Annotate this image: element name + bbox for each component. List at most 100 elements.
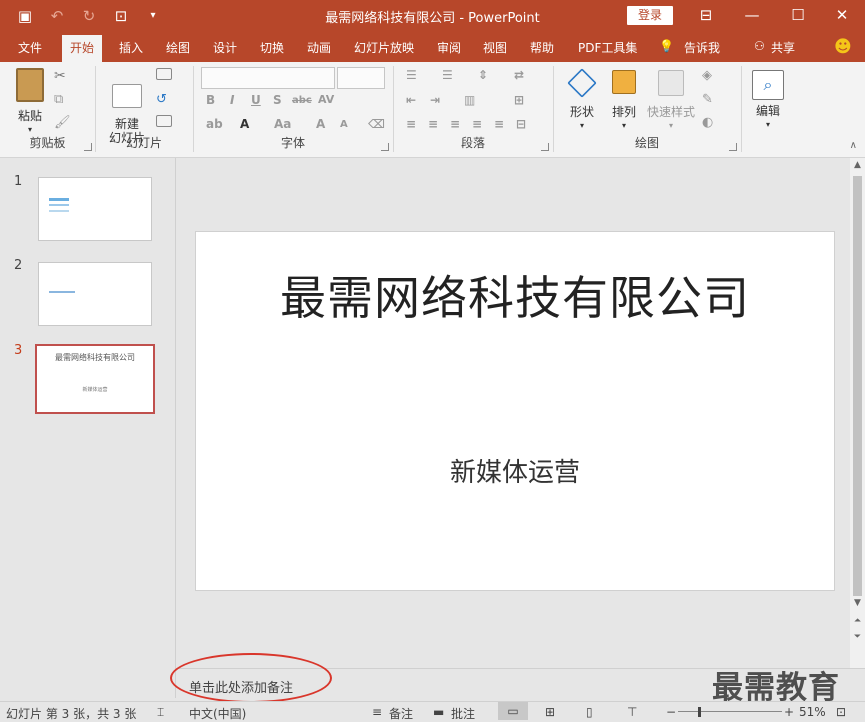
customize-qat-icon[interactable]: ▾ (142, 6, 164, 26)
redo-icon[interactable]: ↻ (78, 6, 100, 26)
tab-slideshow[interactable]: 幻灯片放映 (354, 39, 414, 56)
font-group-label: 字体 (280, 136, 305, 150)
columns-icon[interactable]: ▥ (464, 93, 475, 107)
tell-me-button[interactable]: 告诉我 (684, 39, 720, 56)
drawing-launcher-icon[interactable] (729, 143, 737, 151)
close-icon[interactable]: ✕ (819, 0, 865, 30)
editing-group: ⌕ 编辑 ▾ (742, 62, 792, 156)
numbering-icon[interactable]: ☰ (442, 68, 453, 82)
reading-view-icon[interactable]: ▯ (586, 705, 593, 719)
clipboard-launcher-icon[interactable] (84, 143, 92, 151)
bullets-icon[interactable]: ☰ (406, 68, 417, 82)
line-spacing-icon[interactable]: ⇕ (478, 68, 488, 82)
zoom-level[interactable]: 51% (799, 705, 826, 719)
tab-animations[interactable]: 动画 (307, 39, 331, 56)
ribbon-display-options-icon[interactable]: ⊟ (683, 0, 729, 30)
shape-effects-icon[interactable]: ◐ (702, 115, 720, 131)
start-from-beginning-icon[interactable]: ⊡ (110, 6, 132, 26)
clear-formatting-icon[interactable]: ⌫ (368, 117, 385, 131)
slide-thumbnail-1[interactable] (38, 177, 152, 241)
minimize-icon[interactable]: — (729, 0, 775, 30)
notes-button[interactable]: 备注 (389, 705, 413, 722)
collapse-ribbon-icon[interactable]: ∧ (850, 140, 857, 151)
current-slide[interactable]: 最需网络科技有限公司 新媒体运营 (195, 231, 835, 591)
spelling-icon[interactable]: ⌶ (157, 705, 164, 720)
section-icon[interactable] (156, 115, 172, 127)
justify-icon[interactable]: ≡ (472, 117, 482, 131)
tab-review[interactable]: 审阅 (437, 39, 461, 56)
tab-transitions[interactable]: 切换 (260, 39, 284, 56)
decrease-font-icon[interactable]: A (340, 119, 348, 130)
maximize-icon[interactable]: ☐ (775, 0, 821, 30)
zoom-out-icon[interactable]: − (666, 705, 676, 719)
zoom-slider[interactable] (678, 711, 782, 712)
change-case-icon[interactable]: Aa (274, 117, 291, 131)
increase-font-icon[interactable]: A (316, 117, 325, 131)
shadow-icon[interactable]: S (273, 93, 282, 107)
font-name-combo[interactable] (201, 67, 335, 89)
format-painter-icon[interactable]: 🖌 (54, 115, 72, 131)
undo-icon[interactable]: ↶ (46, 6, 68, 26)
paste-button[interactable]: 粘贴 ▾ (10, 66, 50, 137)
character-spacing-icon[interactable]: AV (318, 93, 334, 106)
tab-pdf-tools[interactable]: PDF工具集 (578, 39, 637, 56)
slide-title[interactable]: 最需网络科技有限公司 (196, 262, 834, 328)
smiley-feedback-icon[interactable]: ☻ (834, 37, 852, 57)
cut-icon[interactable]: ✂ (54, 68, 72, 84)
text-highlight-icon[interactable]: ab (206, 117, 223, 131)
decrease-indent-icon[interactable]: ⇤ (406, 93, 416, 107)
center-icon[interactable]: ≡ (428, 117, 438, 131)
layout-icon[interactable] (156, 68, 172, 80)
align-right-icon[interactable]: ≡ (450, 117, 460, 131)
slide-thumbnail-2[interactable] (38, 262, 152, 326)
reset-icon[interactable]: ↺ (156, 92, 174, 108)
scroll-up-icon[interactable]: ▲ (850, 160, 865, 170)
quick-styles-button[interactable]: 快速样式 ▾ (646, 66, 696, 133)
tab-view[interactable]: 视图 (483, 39, 507, 56)
zoom-slider-thumb[interactable] (698, 707, 701, 717)
comments-button[interactable]: 批注 (451, 705, 475, 722)
align-left-icon[interactable]: ≡ (406, 117, 416, 131)
fit-to-window-icon[interactable]: ⊡ (836, 705, 846, 719)
zoom-in-icon[interactable]: + (784, 705, 794, 719)
shape-outline-icon[interactable]: ✎ (702, 92, 720, 108)
underline-icon[interactable]: U (251, 93, 261, 107)
language-status[interactable]: 中文(中国) (189, 705, 246, 722)
shape-fill-icon[interactable]: ◈ (702, 68, 720, 84)
login-button[interactable]: 登录 (627, 6, 673, 25)
tab-design[interactable]: 设计 (213, 39, 237, 56)
normal-view-icon[interactable]: ▭ (498, 702, 528, 720)
vertical-scrollbar[interactable]: ▲ ▼ ⏶ ⏷ (850, 158, 865, 668)
font-launcher-icon[interactable] (381, 143, 389, 151)
text-direction-icon[interactable]: ⇄ (514, 68, 524, 82)
slide-subtitle[interactable]: 新媒体运营 (196, 452, 834, 489)
strikethrough-icon[interactable]: abc (292, 95, 312, 106)
paragraph-launcher-icon[interactable] (541, 143, 549, 151)
slide-thumbnail-3[interactable]: 最需网络科技有限公司 新媒体运营 (35, 344, 155, 414)
distributed-icon[interactable]: ≡ (494, 117, 504, 131)
font-color-icon[interactable]: A (240, 117, 249, 131)
tab-insert[interactable]: 插入 (119, 39, 143, 56)
italic-icon[interactable]: I (230, 93, 234, 107)
arrange-button[interactable]: 排列 ▾ (604, 66, 644, 133)
slide-sorter-icon[interactable]: ⊞ (545, 705, 555, 719)
next-slide-icon[interactable]: ⏷ (850, 632, 865, 642)
bold-icon[interactable]: B (206, 93, 215, 107)
tab-draw[interactable]: 绘图 (166, 39, 190, 56)
tab-file[interactable]: 文件 (18, 39, 42, 56)
previous-slide-icon[interactable]: ⏶ (850, 616, 865, 626)
scrollbar-thumb[interactable] (853, 176, 862, 596)
align-text-icon[interactable]: ⊞ (514, 93, 524, 107)
save-icon[interactable]: ▣ (14, 6, 36, 26)
shapes-button[interactable]: 形状 ▾ (562, 66, 602, 133)
increase-indent-icon[interactable]: ⇥ (430, 93, 440, 107)
editing-button[interactable]: ⌕ 编辑 ▾ (748, 66, 788, 132)
slideshow-icon[interactable]: ⊤ (627, 705, 637, 719)
tab-help[interactable]: 帮助 (530, 39, 554, 56)
share-button[interactable]: 共享 (771, 39, 795, 56)
scroll-down-icon[interactable]: ▼ (850, 598, 865, 608)
tab-home[interactable]: 开始 (62, 35, 103, 62)
font-size-combo[interactable] (337, 67, 385, 89)
copy-icon[interactable]: ⧉ (54, 92, 72, 108)
smartart-icon[interactable]: ⊟ (516, 117, 526, 131)
